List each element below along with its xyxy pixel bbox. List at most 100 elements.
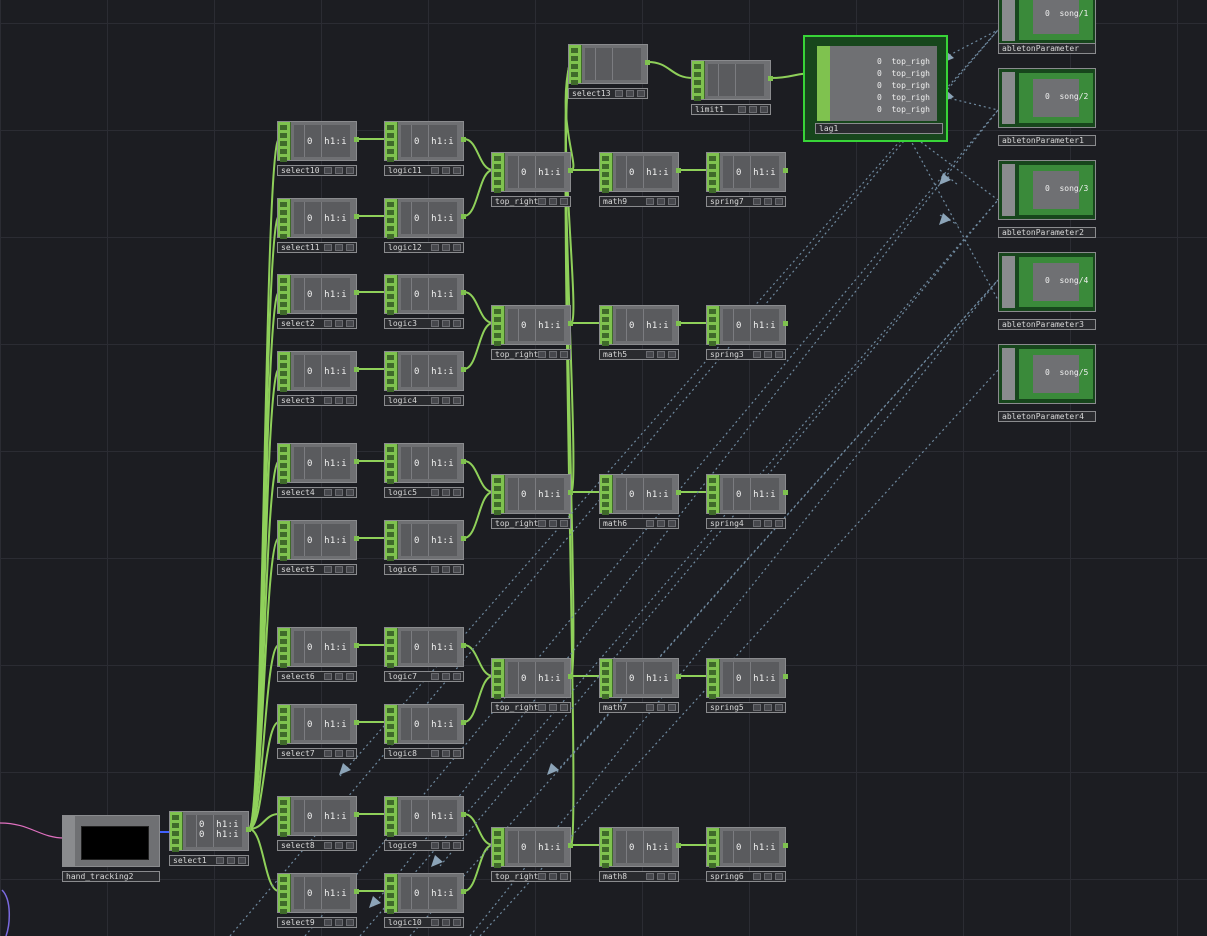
wire[interactable] xyxy=(248,828,280,892)
node-flag-button[interactable] xyxy=(335,673,343,680)
node-flag-button[interactable] xyxy=(431,566,439,573)
math5-node[interactable]: 0 h1:i xyxy=(599,305,681,346)
node-label-bar[interactable]: logic3 xyxy=(384,318,464,329)
inlet-strip[interactable] xyxy=(600,475,613,515)
node-label-bar[interactable]: select5 xyxy=(277,564,357,575)
node-flag-button[interactable] xyxy=(549,704,557,711)
ableton-parameter-label-bar[interactable]: abletonParameter xyxy=(998,43,1096,54)
inlet-strip[interactable] xyxy=(492,475,505,515)
node-flag-button[interactable] xyxy=(453,919,461,926)
node-label-bar[interactable]: select2 xyxy=(277,318,357,329)
node-flag-button[interactable] xyxy=(346,919,354,926)
node-label-bar[interactable]: top_right2 xyxy=(491,702,571,713)
node-flag-button[interactable] xyxy=(738,106,746,113)
node-flag-button[interactable] xyxy=(324,320,332,327)
node-flag-button[interactable] xyxy=(775,520,783,527)
select1-node[interactable]: 0 h1:i 0 h1:i xyxy=(169,811,251,852)
node-flag-button[interactable] xyxy=(753,520,761,527)
node-flag-button[interactable] xyxy=(324,750,332,757)
ableton-parameter-label-bar[interactable]: abletonParameter1 xyxy=(998,135,1096,146)
node-flag-button[interactable] xyxy=(753,351,761,358)
node-flag-button[interactable] xyxy=(431,244,439,251)
inlet-strip[interactable] xyxy=(278,199,291,239)
inlet-strip[interactable] xyxy=(385,874,398,914)
node-flag-button[interactable] xyxy=(764,351,772,358)
logic10-node[interactable]: 0 h1:i xyxy=(384,873,466,914)
node-flag-button[interactable] xyxy=(453,167,461,174)
node-flag-button[interactable] xyxy=(538,351,546,358)
node-flag-button[interactable] xyxy=(646,520,654,527)
outlet-connector[interactable] xyxy=(354,812,359,817)
node-flag-button[interactable] xyxy=(538,520,546,527)
inlet-strip[interactable] xyxy=(600,306,613,346)
outlet-connector[interactable] xyxy=(461,643,466,648)
node-flag-button[interactable] xyxy=(549,351,557,358)
node-flag-button[interactable] xyxy=(753,704,761,711)
node-label-bar[interactable]: select7 xyxy=(277,748,357,759)
node-label-bar[interactable]: spring3 xyxy=(706,349,786,360)
spring5-node[interactable]: 0 h1:i xyxy=(706,658,788,699)
hand-tracking-label-bar[interactable]: hand_tracking2 xyxy=(62,871,160,882)
outlet-connector[interactable] xyxy=(783,490,788,495)
select5-node[interactable]: 0 h1:i xyxy=(277,520,359,561)
wire[interactable] xyxy=(463,460,494,493)
inlet-strip[interactable] xyxy=(707,153,720,193)
inlet-strip[interactable] xyxy=(278,352,291,392)
node-flag-button[interactable] xyxy=(442,489,450,496)
node-flag-button[interactable] xyxy=(764,198,772,205)
node-flag-button[interactable] xyxy=(764,520,772,527)
node-flag-button[interactable] xyxy=(753,873,761,880)
export-line[interactable] xyxy=(904,129,999,301)
node-label-bar[interactable]: math8 xyxy=(599,871,679,882)
node-flag-button[interactable] xyxy=(324,842,332,849)
select7-node[interactable]: 0 h1:i xyxy=(277,704,359,745)
select6-node[interactable]: 0 h1:i xyxy=(277,627,359,668)
node-flag-button[interactable] xyxy=(775,351,783,358)
wire[interactable] xyxy=(463,844,494,892)
node-flag-button[interactable] xyxy=(324,489,332,496)
node-flag-button[interactable] xyxy=(442,167,450,174)
inlet-strip[interactable] xyxy=(278,122,291,162)
node-flag-button[interactable] xyxy=(615,90,623,97)
lag1-node[interactable]: 0 top_righ 0 top_righ 0 top_righ 0 top_righ… xyxy=(803,35,948,142)
node-flag-button[interactable] xyxy=(657,198,665,205)
node-label-bar[interactable]: math6 xyxy=(599,518,679,529)
wire[interactable] xyxy=(463,138,494,171)
ableton-parameter-node[interactable]: 0 song/5 xyxy=(998,344,1096,404)
node-flag-button[interactable] xyxy=(453,320,461,327)
inlet-strip[interactable] xyxy=(600,828,613,868)
inlet-strip[interactable] xyxy=(492,306,505,346)
node-flag-button[interactable] xyxy=(646,198,654,205)
node-label-bar[interactable]: spring5 xyxy=(706,702,786,713)
node-flag-button[interactable] xyxy=(668,873,676,880)
node-flag-button[interactable] xyxy=(324,244,332,251)
top-right1-node[interactable]: 0 h1:i xyxy=(491,305,573,346)
inlet-strip[interactable] xyxy=(385,352,398,392)
outlet-connector[interactable] xyxy=(354,889,359,894)
node-flag-button[interactable] xyxy=(431,167,439,174)
node-label-bar[interactable]: logic11 xyxy=(384,165,464,176)
node-flag-button[interactable] xyxy=(753,198,761,205)
wire[interactable] xyxy=(463,813,494,846)
outlet-connector[interactable] xyxy=(676,490,681,495)
outlet-connector[interactable] xyxy=(645,60,650,65)
logic3-node[interactable]: 0 h1:i xyxy=(384,274,466,315)
node-label-bar[interactable]: spring6 xyxy=(706,871,786,882)
top-right2-node[interactable]: 0 h1:i xyxy=(491,658,573,699)
node-label-bar[interactable]: logic5 xyxy=(384,487,464,498)
node-flag-button[interactable] xyxy=(346,397,354,404)
logic7-node[interactable]: 0 h1:i xyxy=(384,627,466,668)
wire[interactable] xyxy=(463,291,494,324)
node-flag-button[interactable] xyxy=(668,704,676,711)
inlet-strip[interactable] xyxy=(278,521,291,561)
outlet-connector[interactable] xyxy=(568,168,573,173)
node-label-bar[interactable]: top_right1 xyxy=(491,518,571,529)
export-line[interactable] xyxy=(372,109,999,907)
node-flag-button[interactable] xyxy=(346,167,354,174)
node-flag-button[interactable] xyxy=(431,397,439,404)
node-flag-button[interactable] xyxy=(335,320,343,327)
node-flag-button[interactable] xyxy=(346,842,354,849)
inlet-strip[interactable] xyxy=(278,874,291,914)
outlet-connector[interactable] xyxy=(461,290,466,295)
outlet-connector[interactable] xyxy=(354,720,359,725)
